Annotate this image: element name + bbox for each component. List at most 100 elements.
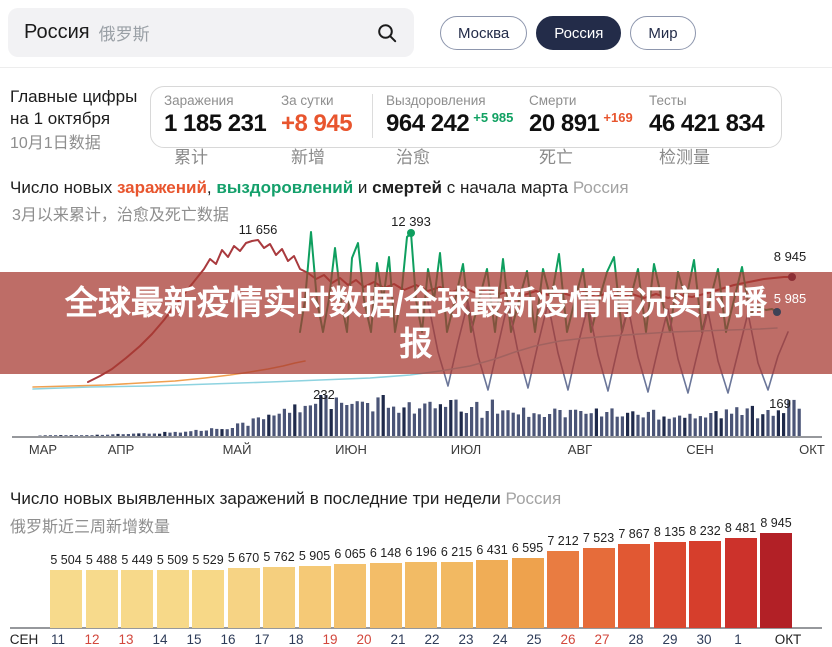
mini-bar [122,434,125,436]
mini-bar [54,435,57,436]
mini-bar [189,431,192,436]
mini-bar [517,414,520,436]
mini-bar [376,397,379,436]
search-query: Россия [24,21,90,44]
recent-bar-value: 5 488 [86,553,117,567]
mini-bar [137,433,140,436]
covid-dashboard-page: Россия 俄罗斯 Москва Россия Мир Главные цифры… [0,0,832,647]
mini-bar [116,434,119,436]
recent-bar [299,566,331,628]
recent-bar [157,570,189,628]
mini-bar [751,406,754,436]
mini-bar [267,415,270,436]
recent-day-label: 12 [84,632,99,647]
search-icon[interactable] [376,22,398,44]
mini-bar [756,418,759,436]
mini-month-label-ОКТ: ОКТ [799,442,825,457]
recent-day-label: 27 [594,632,609,647]
chart-annotation-2: 8 945 [774,249,807,264]
recent-bar-value: 6 595 [512,541,543,555]
recent-bar [547,551,579,628]
recent-bar [689,541,721,628]
stat-caption-zh: 检测量 [649,143,764,168]
stat-column-0: Заражения1 185 231累计 [164,93,266,168]
search-annotation: 俄罗斯 [99,20,150,45]
recent-bar [86,570,118,628]
mini-bar [460,412,463,436]
mini-annotation-1: 169 [769,396,791,411]
mini-bar [735,407,738,436]
mini-bar [673,417,676,436]
mini-month-label-МАЙ: МАЙ [223,442,252,457]
recent-day-label: 30 [696,632,711,647]
mini-bar [262,419,265,436]
title-part: и [353,178,372,197]
mini-month-label-АВГ: АВГ [568,442,592,457]
mini-bar [38,436,41,437]
mini-bar [49,435,52,436]
mini-bar [444,407,447,436]
recent-bar [192,570,224,628]
mini-bar [694,418,697,436]
stat-delta: +5 985 [473,110,513,125]
mini-bar [371,411,374,436]
mini-bar [720,418,723,436]
stat-column-3: Смерти20 891+169死亡 [529,93,633,168]
recent-day-label: 22 [424,632,439,647]
mini-bar [652,410,655,436]
mini-bar [96,435,99,436]
recent-bar [618,544,650,628]
recent-bar [583,548,615,628]
recent-bar-value: 6 431 [476,543,507,557]
mini-bar [636,415,639,436]
tab-мир[interactable]: Мир [630,16,695,50]
recent-bar-value: 7 523 [583,531,614,545]
title-part: Россия [505,489,561,508]
mini-bar [382,395,385,436]
recent-axis-left-label: СЕН [10,632,39,647]
mini-bar [579,411,582,436]
mini-bar [569,410,572,436]
mini-bar [397,413,400,436]
tab-москва[interactable]: Москва [440,16,527,50]
mini-bar [538,414,541,436]
chart-annotation-3: 5 985 [774,291,807,306]
mini-bar [366,403,369,436]
stat-caption-zh: 新增 [281,143,352,168]
mini-bar [610,408,613,436]
mini-bar [90,435,93,436]
stat-label: Заражения [164,93,266,108]
mini-bar [496,414,499,436]
recent-day-label: 28 [628,632,643,647]
mini-bar [605,412,608,436]
mini-bar [298,412,301,436]
stat-value: 46 421 834 [649,110,764,138]
recent-bar-value: 8 135 [654,525,685,539]
mini-bar [522,408,525,436]
recent-bar [512,558,544,628]
title-part: Число новых [10,178,117,197]
mini-bar [439,404,442,436]
mini-bar [293,404,296,436]
mini-bar [798,409,801,436]
recent-bar [228,568,260,628]
mini-bar [683,418,686,436]
mini-bar [340,403,343,436]
mini-bar [158,434,161,436]
tab-россия[interactable]: Россия [536,16,621,50]
recent-day-label: 15 [186,632,201,647]
mini-bar-chart [0,395,832,439]
mini-bar [428,402,431,436]
mini-bar [642,417,645,436]
recent-title: Число новых выявленных заражений в после… [10,489,561,509]
mini-bar [501,410,504,436]
search-input[interactable]: Россия 俄罗斯 [8,8,414,57]
mini-bar [200,431,203,436]
recent-bar-value: 6 215 [441,545,472,559]
stat-value: 20 891+169 [529,110,633,138]
mini-bar [631,411,634,436]
mini-bar [486,411,489,436]
summary-heading: Главные цифры на 1 октября [10,86,137,130]
stat-column-2: Выздоровления964 242+5 985治愈 [386,93,513,168]
mini-bar [241,423,244,436]
